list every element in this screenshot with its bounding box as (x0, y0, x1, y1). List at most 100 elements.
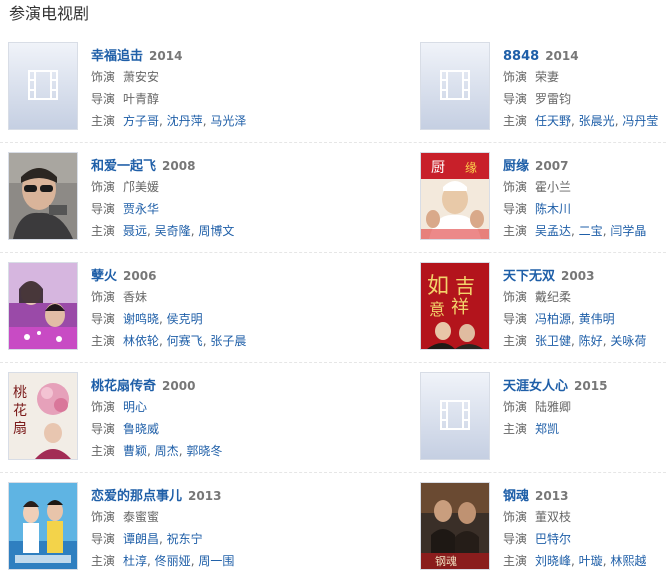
drama-title-link[interactable]: 孽火 (91, 269, 117, 284)
director-name[interactable]: 鲁晓威 (123, 422, 159, 436)
drama-poster[interactable]: 钢魂 (420, 482, 490, 570)
drama-poster[interactable]: 如 吉 祥 意 (420, 262, 490, 350)
drama-year: 2008 (162, 159, 196, 173)
director-name[interactable]: 祝东宁 (167, 532, 203, 546)
drama-year: 2014 (545, 49, 579, 63)
cast-member-link[interactable]: 方子哥 (123, 114, 159, 128)
cast-line: 主演 杜淳, 佟丽娅, 周一围 (91, 550, 281, 572)
drama-poster[interactable]: 桃 花 扇 (8, 372, 78, 460)
cast-member-link[interactable]: 张子晨 (210, 334, 246, 348)
role-line: 饰演 泰蜜蜜 (91, 506, 281, 528)
name-separator: , (571, 334, 579, 348)
director-line-label: 导演 (91, 422, 116, 436)
cast-member-link[interactable]: 聂远 (123, 224, 147, 238)
cast-member-link[interactable]: 陈好 (579, 334, 603, 348)
drama-title-line: 孽火 2006 (91, 264, 281, 286)
cast-member-link[interactable]: 沈丹萍 (167, 114, 203, 128)
drama-poster[interactable] (8, 152, 78, 240)
cast-member-link[interactable]: 张晨光 (579, 114, 615, 128)
role-line-label: 饰演 (503, 70, 528, 84)
drama-poster[interactable]: 厨 缘 (420, 152, 490, 240)
cast-line-label: 主演 (91, 114, 116, 128)
role-name: 霍小兰 (535, 180, 572, 194)
role-line: 饰演 董双枝 (503, 506, 666, 528)
cast-line: 主演 刘晓峰, 叶璇, 林熙越 (503, 550, 666, 572)
name-separator: , (147, 444, 155, 458)
drama-title-line: 桃花扇传奇 2000 (91, 374, 281, 396)
film-placeholder-icon[interactable] (420, 372, 490, 460)
cast-member-link[interactable]: 周博文 (198, 224, 234, 238)
cast-member-link[interactable]: 叶璇 (579, 554, 603, 568)
role-line: 饰演 明心 (91, 396, 281, 418)
drama-info: 幸福追击 2014 饰演 萧安安 导演 叶青醇 主演 方子哥, 沈丹萍, 马光泽 (91, 44, 281, 132)
drama-row: 孽火 2006 饰演 香妹 导演 谢鸣晓, 侯克明 主演 林依轮, 何赛飞, 张子晨 如 吉 … (0, 252, 666, 364)
cast-member-link[interactable]: 佟丽娅 (155, 554, 191, 568)
role-line: 饰演 香妹 (91, 286, 281, 308)
drama-card: 恋爱的那点事儿 2013 饰演 泰蜜蜜 导演 谭朗昌, 祝东宁 主演 杜淳, 佟丽娅, 周一围 (8, 482, 258, 572)
cast-member-link[interactable]: 郭晓冬 (186, 444, 222, 458)
director-line-label: 导演 (503, 92, 528, 106)
film-placeholder-icon[interactable] (8, 42, 78, 130)
cast-member-link[interactable]: 林熙越 (610, 554, 646, 568)
cast-member-link[interactable]: 周一围 (198, 554, 234, 568)
drama-title-link[interactable]: 桃花扇传奇 (91, 379, 156, 394)
drama-title-link[interactable]: 厨缘 (503, 159, 529, 174)
cast-member-link[interactable]: 闫学晶 (610, 224, 646, 238)
role-name: 董双枝 (535, 510, 572, 524)
cast-member-link[interactable]: 何赛飞 (167, 334, 203, 348)
director-name[interactable]: 贾永华 (123, 202, 159, 216)
cast-member-link[interactable]: 吴孟达 (535, 224, 571, 238)
cast-member-link[interactable]: 马光泽 (210, 114, 246, 128)
drama-info: 天下无双 2003 饰演 戴纪柔 导演 冯柏源, 黄伟明 主演 张卫健, 陈好, 关咏荷 (503, 264, 666, 352)
cast-member-link[interactable]: 二宝 (579, 224, 603, 238)
cast-member-link[interactable]: 关咏荷 (610, 334, 646, 348)
director-name[interactable]: 谭朗昌 (123, 532, 159, 546)
director-name[interactable]: 陈木川 (535, 202, 571, 216)
director-name[interactable]: 巴特尔 (535, 532, 571, 546)
director-name[interactable]: 侯克明 (167, 312, 203, 326)
drama-title-link[interactable]: 钢魂 (503, 489, 529, 504)
cast-member-link[interactable]: 杜淳 (123, 554, 147, 568)
role-name: 邝美媛 (123, 180, 160, 194)
drama-card: 如 吉 祥 意 天下无双 2003 饰演 戴纪柔 导演 冯柏源, 黄伟明 主演 张卫健, 陈好… (420, 262, 666, 352)
cast-member-link[interactable]: 周杰 (155, 444, 179, 458)
drama-info: 钢魂 2013 饰演 董双枝 导演 巴特尔 主演 刘晓峰, 叶璇, 林熙越 (503, 484, 666, 572)
drama-card: 和爱一起飞 2008 饰演 邝美媛 导演 贾永华 主演 聂远, 吴奇隆, 周博文 (8, 152, 258, 242)
role-name[interactable]: 明心 (123, 400, 147, 414)
director-line: 导演 叶青醇 (91, 88, 281, 110)
drama-card: 天涯女人心 2015 饰演 陆雅卿 主演 郑凯 (420, 372, 666, 462)
cast-member-link[interactable]: 任天野 (535, 114, 571, 128)
cast-line: 主演 聂远, 吴奇隆, 周博文 (91, 220, 281, 242)
director-name[interactable]: 黄伟明 (579, 312, 615, 326)
cast-member-link[interactable]: 林依轮 (123, 334, 159, 348)
drama-poster[interactable] (8, 262, 78, 350)
drama-title-line: 天涯女人心 2015 (503, 374, 666, 396)
drama-card: 厨 缘 厨缘 2007 饰演 霍小兰 导演 陈木川 主演 吴孟达, 二宝, 闫学晶 (420, 152, 666, 242)
tv-drama-grid: 幸福追击 2014 饰演 萧安安 导演 叶青醇 主演 方子哥, 沈丹萍, 马光泽 8848 20… (0, 34, 666, 584)
cast-line-label: 主演 (503, 334, 528, 348)
drama-title-link[interactable]: 天下无双 (503, 269, 555, 284)
drama-title-link[interactable]: 幸福追击 (91, 49, 143, 64)
role-name: 荣妻 (535, 70, 560, 84)
drama-title-link[interactable]: 和爱一起飞 (91, 159, 156, 174)
drama-title-link[interactable]: 8848 (503, 49, 539, 64)
cast-member-link[interactable]: 曹颖 (123, 444, 147, 458)
film-placeholder-icon[interactable] (420, 42, 490, 130)
svg-text:厨: 厨 (431, 160, 445, 176)
cast-line: 主演 张卫健, 陈好, 关咏荷 (503, 330, 666, 352)
drama-title-link[interactable]: 恋爱的那点事儿 (91, 489, 182, 504)
drama-year: 2014 (149, 49, 183, 63)
drama-poster[interactable] (8, 482, 78, 570)
drama-title-link[interactable]: 天涯女人心 (503, 379, 568, 394)
cast-member-link[interactable]: 郑凯 (535, 422, 559, 436)
drama-title-line: 8848 2014 (503, 44, 666, 66)
director-line: 导演 巴特尔 (503, 528, 666, 550)
director-name[interactable]: 谢鸣晓 (123, 312, 159, 326)
cast-member-link[interactable]: 张卫健 (535, 334, 571, 348)
cast-line-label: 主演 (503, 422, 528, 436)
cast-member-link[interactable]: 刘晓峰 (535, 554, 571, 568)
cast-member-link[interactable]: 吴奇隆 (155, 224, 191, 238)
name-separator: , (571, 114, 579, 128)
cast-member-link[interactable]: 冯丹莹 (622, 114, 658, 128)
director-name[interactable]: 冯柏源 (535, 312, 571, 326)
